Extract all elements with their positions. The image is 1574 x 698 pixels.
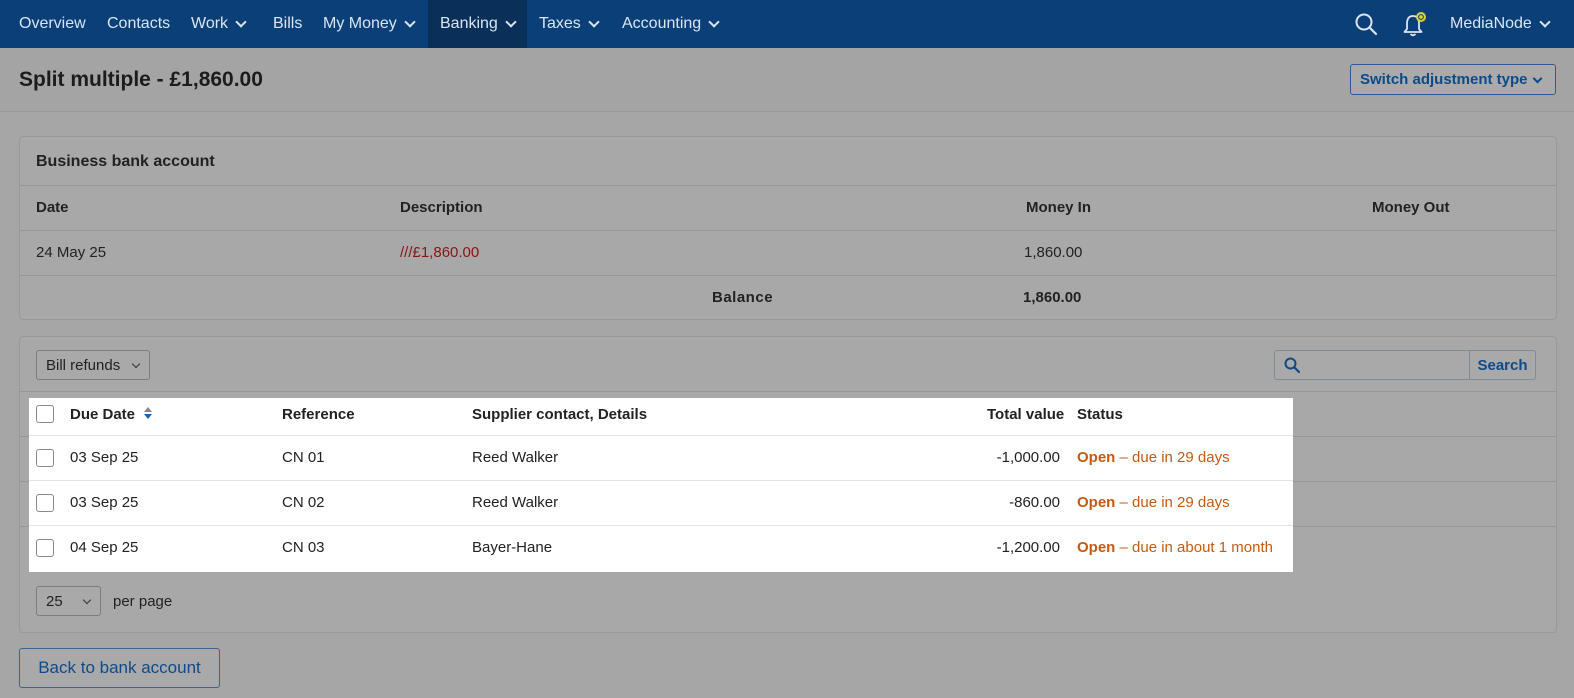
status-open: Open	[1077, 494, 1116, 511]
row-checkbox[interactable]	[36, 539, 54, 557]
bank-account-card: Business bank account Date Description M…	[19, 136, 1557, 320]
nav-overview[interactable]: Overview	[19, 0, 86, 48]
reference: CN 03	[282, 539, 325, 556]
total-value: -1,000.00	[996, 449, 1060, 466]
chevron-down-icon	[82, 595, 92, 605]
chevron-down-icon	[588, 15, 600, 28]
transaction-money-in: 1,860.00	[1024, 244, 1083, 261]
status-detail: – due in about 1 month	[1115, 539, 1273, 556]
status-detail: – due in 29 days	[1115, 449, 1230, 466]
nav-label: Contacts	[107, 15, 171, 32]
column-header-description: Description	[400, 199, 483, 216]
transaction-description: ///£1,860.00	[400, 244, 480, 261]
page-title: Split multiple - £1,860.00	[19, 68, 263, 91]
column-header-money-in: Money In	[1026, 199, 1092, 216]
bill-refunds-table: Due Date Reference Supplier contact, Det…	[29, 398, 1293, 572]
search-button[interactable]: Search	[1469, 351, 1535, 379]
bill-type-select[interactable]: Bill refunds	[36, 350, 150, 380]
divider	[20, 391, 1556, 392]
reference: CN 02	[282, 494, 325, 511]
column-header-total-value: Total value	[987, 406, 1065, 423]
total-value: -1,200.00	[996, 539, 1060, 556]
nav-taxes[interactable]: Taxes	[539, 0, 600, 48]
balance-value: 1,860.00	[1023, 289, 1082, 306]
nav-label: Banking	[440, 15, 498, 32]
notifications-bell-icon[interactable]	[1401, 0, 1429, 48]
status-open: Open	[1077, 449, 1116, 466]
column-header-label: Due Date	[70, 406, 136, 423]
column-header-supplier: Supplier contact, Details	[472, 406, 648, 423]
account-name: MediaNode	[1450, 15, 1532, 32]
transaction-date: 24 May 25	[36, 244, 107, 261]
select-value: 25	[46, 592, 63, 610]
chevron-down-icon	[235, 15, 247, 28]
chevron-down-icon	[1532, 73, 1543, 84]
column-header-due-date[interactable]: Due Date	[70, 406, 153, 424]
search-input[interactable]	[1307, 353, 1467, 377]
nav-contacts[interactable]: Contacts	[107, 0, 170, 48]
status-open: Open	[1077, 539, 1116, 556]
status: Open – due in 29 days	[1077, 449, 1230, 466]
switch-adjustment-type-button[interactable]: Switch adjustment type	[1350, 64, 1556, 95]
card-title: Business bank account	[36, 153, 215, 170]
switch-button-label: Switch adjustment type	[1360, 71, 1528, 88]
chevron-down-icon	[1539, 15, 1551, 28]
per-page-select[interactable]: 25	[36, 586, 101, 616]
page-header: Split multiple - £1,860.00 Switch adjust…	[0, 48, 1574, 112]
table-header-row: Due Date Reference Supplier contact, Det…	[29, 398, 1293, 436]
table-row: 03 Sep 25 CN 02 Reed Walker -860.00 Open…	[29, 481, 1293, 526]
due-date: 03 Sep 25	[70, 449, 139, 466]
nav-label: Taxes	[539, 15, 581, 32]
search-box: Search	[1274, 350, 1536, 380]
nav-label: My Money	[323, 15, 397, 32]
divider	[20, 275, 1556, 276]
nav-label: Overview	[19, 15, 86, 32]
back-to-bank-account-button[interactable]: Back to bank account	[19, 648, 220, 688]
sort-icon	[143, 406, 153, 424]
nav-banking[interactable]: Banking	[428, 0, 527, 48]
balance-label: Balance	[712, 289, 774, 306]
top-navigation: Overview Contacts Work Bills My Money Ba…	[0, 0, 1574, 48]
divider	[20, 230, 1556, 231]
status: Open – due in about 1 month	[1077, 539, 1273, 556]
nav-accounting[interactable]: Accounting	[622, 0, 720, 48]
search-icon	[1284, 357, 1301, 378]
divider	[20, 185, 1556, 186]
per-page-label: per page	[113, 593, 173, 610]
column-header-date: Date	[36, 199, 69, 216]
nav-my-money[interactable]: My Money	[323, 0, 416, 48]
column-header-money-out: Money Out	[1372, 199, 1450, 216]
nav-label: Bills	[273, 15, 303, 32]
table-row: 03 Sep 25 CN 01 Reed Walker -1,000.00 Op…	[29, 436, 1293, 481]
select-value: Bill refunds	[46, 356, 121, 374]
row-checkbox[interactable]	[36, 449, 54, 467]
select-all-checkbox[interactable]	[36, 405, 54, 423]
row-checkbox[interactable]	[36, 494, 54, 512]
chevron-down-icon	[708, 15, 720, 28]
nav-label: Work	[191, 15, 229, 32]
nav-bills[interactable]: Bills	[273, 0, 302, 48]
table-row: 04 Sep 25 CN 03 Bayer-Hane -1,200.00 Ope…	[29, 526, 1293, 571]
nav-label: Accounting	[622, 15, 702, 32]
due-date: 03 Sep 25	[70, 494, 139, 511]
status: Open – due in 29 days	[1077, 494, 1230, 511]
status-detail: – due in 29 days	[1115, 494, 1230, 511]
supplier: Bayer-Hane	[472, 539, 553, 556]
column-header-reference: Reference	[282, 406, 355, 423]
reference: CN 01	[282, 449, 325, 466]
supplier: Reed Walker	[472, 494, 559, 511]
account-menu[interactable]: MediaNode	[1450, 0, 1551, 48]
chevron-down-icon	[505, 15, 517, 28]
chevron-down-icon	[131, 359, 141, 369]
chevron-down-icon	[404, 15, 416, 28]
nav-work[interactable]: Work	[191, 0, 247, 48]
column-header-status: Status	[1077, 406, 1123, 423]
search-icon[interactable]	[1354, 0, 1378, 48]
due-date: 04 Sep 25	[70, 539, 139, 556]
total-value: -860.00	[1009, 494, 1060, 511]
supplier: Reed Walker	[472, 449, 559, 466]
